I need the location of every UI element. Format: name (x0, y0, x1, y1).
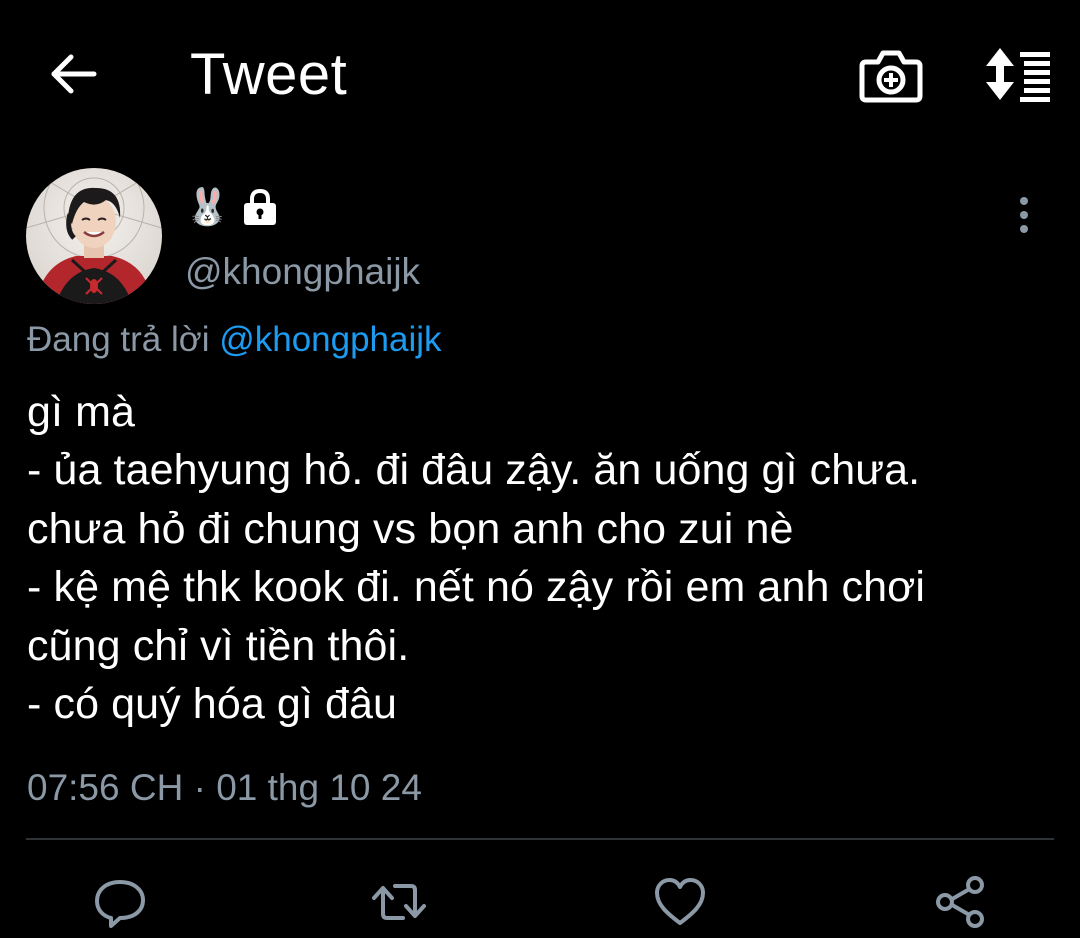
share-button[interactable] (930, 872, 990, 932)
camera-plus-icon (859, 50, 923, 103)
sort-list-icon (986, 48, 1050, 102)
sort-options-button[interactable] (980, 44, 1054, 106)
arrow-left-icon (51, 54, 97, 94)
tweet-timestamp: 07:56 CH · 01 thg 10 24 (27, 767, 422, 808)
rabbit-emoji: 🐰 (185, 187, 230, 228)
reply-bubble-icon (95, 880, 145, 928)
share-icon (936, 876, 984, 928)
author-display-name[interactable]: 🐰 (185, 182, 280, 232)
author-handle[interactable]: @khongphaijk (185, 248, 420, 296)
tweet-text: gì mà - ủa taehyung hỏ. đi đâu zậy. ăn u… (27, 388, 926, 729)
lock-icon (243, 188, 276, 225)
avatar[interactable] (26, 168, 162, 304)
like-button[interactable] (650, 872, 710, 932)
heart-icon (655, 878, 705, 925)
replying-to-line: Đang trả lời @khongphaijk (27, 316, 442, 364)
camera-button[interactable] (858, 44, 924, 106)
reply-button[interactable] (90, 872, 150, 932)
more-options-button[interactable] (1004, 192, 1044, 238)
page-title: Tweet (190, 42, 348, 107)
divider (26, 838, 1054, 840)
avatar-image (26, 168, 162, 304)
reply-mention-link[interactable]: @khongphaijk (219, 320, 441, 359)
retweet-button[interactable] (369, 872, 429, 932)
retweet-icon (372, 884, 426, 920)
more-vertical-icon (1020, 197, 1028, 233)
replying-to-label: Đang trả lời (27, 320, 220, 359)
back-button[interactable] (44, 44, 104, 104)
